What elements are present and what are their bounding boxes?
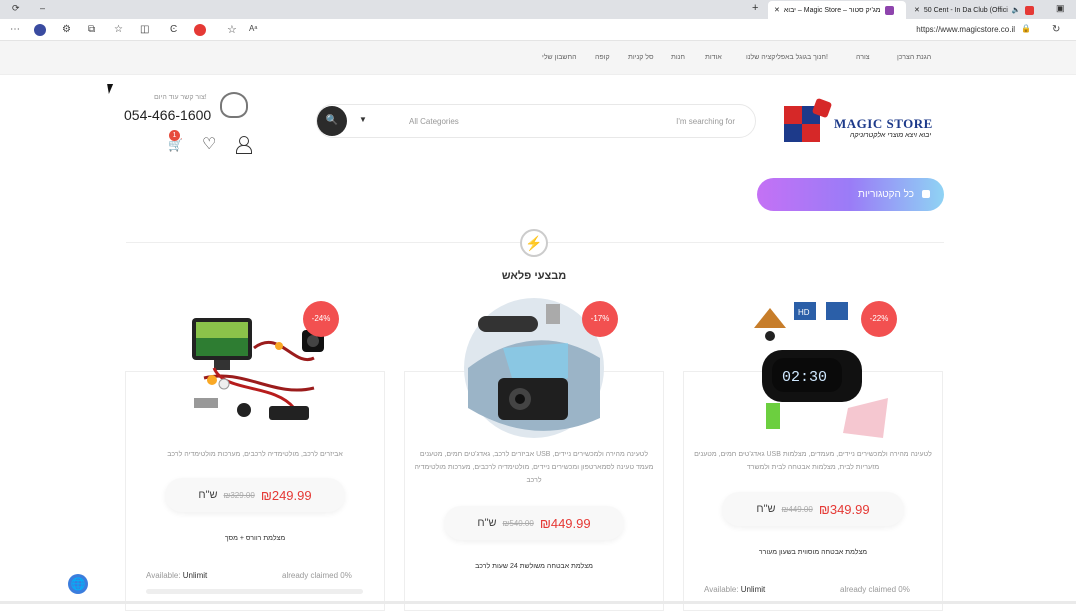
contact-hint: צור קשר עוד היום! [154, 94, 207, 101]
availability: Available: Unlimit [146, 571, 207, 580]
claimed-value: 0% [340, 571, 352, 580]
refresh-icon[interactable]: ↻ [1052, 24, 1060, 35]
product-categories: גאדג'טים חמים, מטענים USB לטעינה מהירה ו… [694, 451, 932, 471]
old-price: ₪449.00 [781, 504, 813, 514]
magic-store-favicon [884, 5, 894, 15]
claimed: already claimed 0% [282, 571, 352, 580]
product-title[interactable]: מצלמת אבטחה משולשת 24 שעות לרכב [414, 563, 654, 570]
logo-name: MAGIC STORE [834, 116, 933, 131]
close-tab-icon[interactable]: ✕ [914, 6, 920, 14]
close-tab-icon[interactable]: ✕ [774, 6, 780, 14]
all-categories-label: כל הקטגוריות [858, 189, 914, 200]
window-restore-icon[interactable]: ▣ [1056, 3, 1065, 14]
youtube-favicon [1024, 5, 1034, 15]
mouse-cursor [107, 84, 115, 94]
discount-badge: -22% [861, 301, 897, 337]
nav-checkout[interactable]: קופה [595, 54, 610, 61]
new-tab-icon[interactable]: + [752, 2, 758, 14]
nav-about[interactable]: אודות [705, 54, 722, 61]
product-categories: אביזרים לרכב, מולטימדיה לרכבים, מערכות מ… [167, 451, 343, 458]
available-value: Unlimit [740, 585, 766, 594]
favorites-icon[interactable]: ☆ [114, 24, 123, 35]
site-top-nav: הגנת הצרכן צורה חנוך בגוגל באפליקציה שלנ… [0, 41, 1076, 75]
more-icon[interactable]: ⋯ [10, 24, 20, 35]
nav-consumer-protection[interactable]: הגנת הצרכן [897, 54, 931, 61]
old-price: ₪329.00 [223, 490, 255, 500]
cart-count-badge: 1 [169, 130, 180, 141]
minimize-icon[interactable]: – [40, 3, 45, 13]
chevron-down-icon[interactable]: ▼ [359, 115, 367, 124]
browser-menu-icon[interactable]: ⟳ [12, 3, 20, 14]
available-label: Available: [704, 585, 739, 594]
tab-title: יבוא – Magic Store – מג'יק סטור [783, 6, 881, 14]
extension-icon[interactable]: ⚙ [62, 24, 71, 35]
discount-badge: -24% [303, 301, 339, 337]
nav-app[interactable]: חנוך בגוגל באפליקציה שלנו! [746, 54, 828, 61]
old-price: ₪540.00 [502, 518, 534, 528]
address-toolbar: ⋯ ⚙ ⧉ ☆ ◫ Ͼ ☆ Aᵃ https://www.magicstore.… [0, 19, 1076, 41]
all-categories-button[interactable]: כל הקטגוריות [757, 178, 944, 211]
logo-puzzle-icon [784, 106, 802, 124]
adblock-icon[interactable] [194, 24, 206, 36]
nav-cart[interactable]: סל קניות [628, 54, 654, 61]
extension-c-icon[interactable]: Ͼ [170, 24, 177, 35]
claimed-label: already claimed [840, 585, 897, 594]
speaker-icon[interactable]: 🔈 [1012, 6, 1021, 14]
current-price: ₪349.99 [818, 501, 870, 517]
price-box: ש"ח ₪449.00 ₪349.99 [722, 492, 904, 526]
lock-icon: 🔒 [1021, 24, 1031, 33]
availability: Available: Unlimit [704, 585, 765, 594]
available-value: Unlimit [182, 571, 208, 580]
search-button[interactable]: 🔍 [317, 106, 347, 136]
svg-text:HD: HD [798, 308, 810, 317]
svg-text:02:30: 02:30 [782, 369, 827, 386]
claimed-label: already claimed [282, 571, 339, 580]
tab-youtube[interactable]: ✕ 50 Cent - In Da Club (Offici 🔈 [908, 1, 1046, 19]
lightning-icon: ⚡ [520, 229, 548, 257]
nav-contact[interactable]: צורה [856, 54, 870, 61]
claimed-progress-bar [146, 589, 363, 594]
price-box: ש"ח ₪329.00 ₪249.99 [165, 478, 345, 512]
phone-number[interactable]: 054-466-1600 [124, 107, 211, 123]
headset-icon [220, 92, 248, 118]
currency-label: ש"ח [756, 503, 776, 515]
product-search: 🔍 ▼ All Categories I'm searching for [316, 104, 756, 138]
currency-label: ש"ח [198, 489, 218, 501]
product-title[interactable]: מצלמת אבטחה מוסווית בשעון מעורר [693, 549, 933, 556]
logo-puzzle-piece [784, 124, 802, 142]
product-categories: אביזרים לרכב, גאדג'טים חמים, מטענים USB … [414, 451, 654, 484]
currency-label: ש"ח [477, 517, 497, 529]
category-select[interactable]: All Categories [409, 117, 459, 126]
logo-tagline: יבוא ויצא מוצרי אלקטרוניקה [850, 132, 932, 139]
browser-tab-strip: ⟳ – + ✕ יבוא – Magic Store – מג'יק סטור … [0, 0, 1076, 19]
search-input[interactable]: I'm searching for [676, 117, 735, 126]
claimed: already claimed 0% [840, 585, 910, 594]
menu-icon [922, 190, 930, 198]
price-box: ש"ח ₪540.00 ₪449.99 [444, 506, 624, 540]
collections-icon[interactable]: ⧉ [88, 24, 95, 35]
profile-icon[interactable] [34, 24, 46, 36]
language-globe-icon[interactable]: 🌐 [68, 574, 88, 594]
split-screen-icon[interactable]: ◫ [140, 24, 149, 35]
url-bar[interactable]: ☆ Aᵃ https://www.magicstore.co.il 🔒 [227, 22, 1035, 38]
tab-title: 50 Cent - In Da Club (Offici [923, 6, 1008, 14]
discount-badge: -17% [582, 301, 618, 337]
product-title[interactable]: מצלמת רוורס + מסך [135, 535, 375, 542]
magic-store-logo[interactable]: MAGIC STORE יבוא ויצא מוצרי אלקטרוניקה [784, 97, 944, 144]
available-label: Available: [146, 571, 181, 580]
current-price: ₪249.99 [260, 487, 312, 503]
user-account-icon[interactable] [236, 136, 252, 154]
flash-sales-title: מבצעי פלאש [501, 270, 567, 282]
url-text: https://www.magicstore.co.il [916, 25, 1015, 34]
nav-shop[interactable]: חנות [671, 54, 685, 61]
current-price: ₪449.99 [539, 515, 591, 531]
claimed-value: 0% [898, 585, 910, 594]
nav-my-account[interactable]: החשבון שלי [542, 54, 577, 61]
read-aloud-icon[interactable]: Aᵃ [249, 24, 1015, 33]
logo-puzzle-piece [802, 124, 820, 142]
wishlist-heart-icon[interactable]: ♡ [202, 134, 216, 154]
tab-magic-store[interactable]: ✕ יבוא – Magic Store – מג'יק סטור [768, 1, 906, 19]
